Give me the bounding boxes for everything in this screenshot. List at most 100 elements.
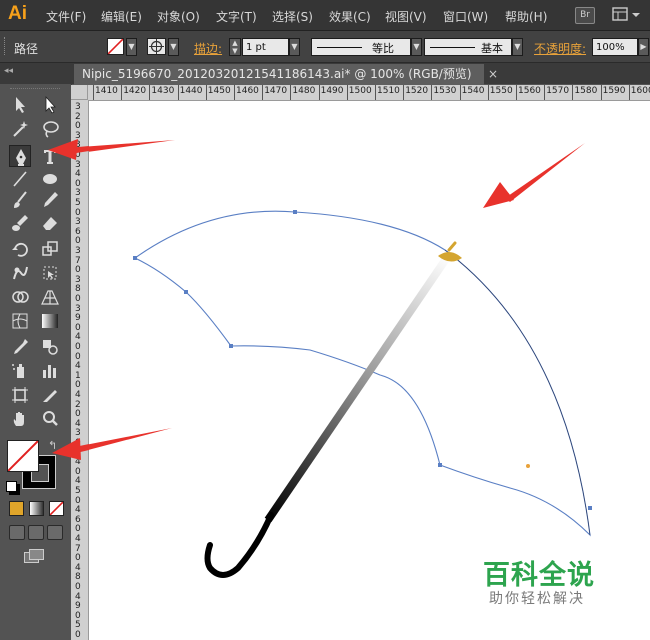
menu-edit[interactable]: 编辑(E) <box>101 8 142 25</box>
profile-dropdown[interactable]: ▼ <box>411 38 422 56</box>
collapse-panel-icon[interactable]: ◂◂ <box>4 66 13 76</box>
hand-tool-icon[interactable] <box>9 408 31 430</box>
opacity-label[interactable]: 不透明度: <box>534 40 586 57</box>
direct-selection-tool-icon[interactable] <box>39 94 61 116</box>
opacity-input[interactable]: 100% <box>592 38 638 56</box>
menu-type[interactable]: 文字(T) <box>216 8 257 25</box>
mesh-tool-icon[interactable] <box>9 310 31 332</box>
slice-tool-icon[interactable] <box>39 384 61 406</box>
ruler-digit: 5 <box>75 620 81 631</box>
free-transform-tool-icon[interactable] <box>39 262 61 284</box>
perspective-grid-tool-icon[interactable] <box>39 286 61 308</box>
stroke-weight-stepper[interactable]: ▲ ▼ <box>229 38 241 56</box>
ruler-digit: 3 <box>75 428 81 439</box>
stroke-swatch-icon[interactable] <box>147 38 166 55</box>
warp-tool-icon[interactable] <box>9 262 31 284</box>
anchor-point[interactable] <box>438 463 442 467</box>
menu-effect[interactable]: 效果(C) <box>329 8 371 25</box>
draw-behind-icon[interactable] <box>28 525 44 540</box>
ruler-digit: 0 <box>75 236 81 247</box>
ruler-tick-label: 1540 <box>461 86 485 96</box>
menu-help[interactable]: 帮助(H) <box>505 8 547 25</box>
draw-inside-icon[interactable] <box>47 525 63 540</box>
ruler-digit: 4 <box>75 591 81 602</box>
menu-object[interactable]: 对象(O) <box>157 8 200 25</box>
magic-wand-tool-icon[interactable] <box>9 118 31 140</box>
menu-window[interactable]: 窗口(W) <box>443 8 488 25</box>
rotate-tool-icon[interactable] <box>9 238 31 260</box>
ruler-origin[interactable] <box>71 85 88 100</box>
umbrella-handle[interactable] <box>204 512 274 578</box>
umbrella-shaft[interactable] <box>264 253 452 523</box>
stroke-weight-dropdown[interactable]: ▼ <box>289 38 300 56</box>
artboard-canvas[interactable]: 百科全说 助你轻松解决 <box>89 101 650 640</box>
zoom-tool-icon[interactable] <box>39 408 61 430</box>
bridge-button[interactable]: Br <box>575 7 595 24</box>
scale-tool-icon[interactable] <box>39 238 61 260</box>
draw-normal-icon[interactable] <box>9 525 25 540</box>
close-tab-icon[interactable]: × <box>488 67 498 81</box>
fill-swatch[interactable] <box>107 38 124 55</box>
workspace-switcher-icon[interactable] <box>612 6 642 23</box>
anchor-point[interactable] <box>229 344 233 348</box>
shape-builder-tool-icon[interactable] <box>9 286 31 308</box>
gradient-tool-icon[interactable] <box>39 310 61 332</box>
pencil-tool-icon[interactable] <box>39 189 61 211</box>
color-mode-icon[interactable] <box>9 501 24 516</box>
control-bar: 路径 ▼ ▼ 描边: ▲ ▼ 1 pt ▼ 等比 ▼ 基本 ▼ 不透明度: 100… <box>0 31 650 63</box>
gradient-mode-icon[interactable] <box>29 501 44 516</box>
ellipse-tool-icon[interactable] <box>39 168 61 190</box>
ruler-digit: 4 <box>75 390 81 400</box>
umbrella-canopy-path[interactable] <box>133 210 591 537</box>
brush-definition[interactable]: 基本 <box>424 38 512 56</box>
ruler-tick-label: 1560 <box>518 86 541 96</box>
pen-tool-icon[interactable] <box>9 145 31 167</box>
anchor-point[interactable] <box>588 506 592 510</box>
none-mode-icon[interactable] <box>49 501 64 516</box>
stroke-weight-input[interactable]: 1 pt <box>242 38 289 56</box>
ruler-tick-label: 1590 <box>602 86 626 96</box>
default-colors-icon[interactable] <box>6 481 17 492</box>
lasso-tool-icon[interactable] <box>39 118 61 140</box>
column-graph-tool-icon[interactable] <box>39 360 61 382</box>
variable-width-profile[interactable]: 等比 <box>311 38 411 56</box>
selection-tool-icon[interactable] <box>9 94 31 116</box>
ruler-digit: 3 <box>75 140 81 151</box>
type-tool-icon[interactable] <box>39 145 61 167</box>
eyedropper-tool-icon[interactable] <box>9 336 31 358</box>
menu-select[interactable]: 选择(S) <box>272 8 313 25</box>
menu-file[interactable]: 文件(F) <box>46 8 86 25</box>
stroke-dropdown[interactable]: ▼ <box>168 38 179 56</box>
vertical-ruler[interactable]: 3203303403503603703803904004104204304404… <box>71 100 89 640</box>
ruler-digit: 0 <box>75 582 81 592</box>
ruler-tick-label: 1550 <box>489 86 513 96</box>
artboard-tool-icon[interactable] <box>9 384 31 406</box>
swap-colors-icon[interactable]: ↰ <box>48 439 57 452</box>
stroke-label[interactable]: 描边: <box>194 40 222 57</box>
anchor-point[interactable] <box>184 290 188 294</box>
ruler-digit: 0 <box>75 610 81 621</box>
brush-dropdown[interactable]: ▼ <box>512 38 523 56</box>
eraser-tool-icon[interactable] <box>39 212 61 234</box>
app-logo: Ai <box>8 3 27 24</box>
fill-dropdown[interactable]: ▼ <box>126 38 137 56</box>
horizontal-ruler[interactable]: 1410 1420 1430 1440 1450 1460 1470 1480 1490 1500… <box>71 85 650 101</box>
anchor-point[interactable] <box>293 210 297 214</box>
paintbrush-tool-icon[interactable] <box>9 189 31 211</box>
opacity-dropdown[interactable]: ▶ <box>638 38 649 56</box>
anchor-point[interactable] <box>133 256 137 260</box>
line-tool-icon[interactable] <box>9 168 31 190</box>
menu-view[interactable]: 视图(V) <box>385 8 427 25</box>
ruler-tick-label: 1460 <box>236 86 259 96</box>
document-tab[interactable]: Nipic_5196670_20120320121541186143.ai* @… <box>74 64 484 85</box>
blend-tool-icon[interactable] <box>39 336 61 358</box>
screen-mode-icon[interactable] <box>24 549 44 563</box>
ruler-digit: 5 <box>75 486 81 496</box>
ruler-digit: 0 <box>75 207 81 218</box>
ruler-digit: 1 <box>75 370 81 381</box>
blob-brush-tool-icon[interactable] <box>9 212 31 234</box>
symbol-sprayer-tool-icon[interactable] <box>9 360 31 382</box>
fill-color-swatch[interactable] <box>7 440 39 472</box>
ruler-digit: 4 <box>75 447 81 458</box>
ruler-digit: 3 <box>75 159 81 170</box>
